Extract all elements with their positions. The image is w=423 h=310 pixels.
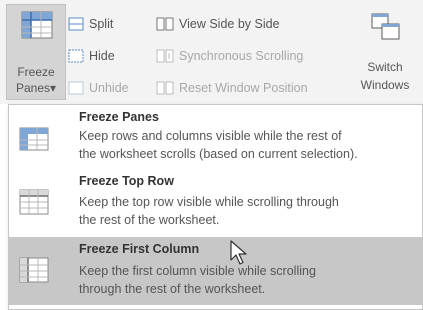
freeze-panes-label-line1: Freeze [17,65,55,79]
menu-item-freeze-panes[interactable]: Freeze Panes Keep rows and columns visib… [9,107,422,169]
menu-item-description-line2: through the rest of the worksheet. [79,282,266,296]
synchronous-scrolling-icon [156,49,174,63]
menu-item-title: Freeze Panes [79,110,159,124]
unhide-label: Unhide [89,81,129,95]
synchronous-scrolling-button[interactable]: Synchronous Scrolling [156,46,303,66]
view-side-by-side-icon [156,17,174,31]
freeze-panes-label-line2: Panes▾ [7,81,65,96]
reset-window-position-button[interactable]: Reset Window Position [156,78,308,98]
switch-windows-icon [371,13,400,40]
split-button[interactable]: Split [68,14,113,34]
unhide-button[interactable]: Unhide [68,78,129,98]
split-label: Split [89,17,114,31]
hide-button[interactable]: Hide [68,46,115,66]
switch-windows-button[interactable]: Switch Windows [352,4,418,100]
switch-windows-label-line2: Windows [360,78,410,92]
mouse-pointer-icon [230,240,247,265]
hide-label: Hide [89,49,115,63]
menu-item-description-line1: Keep the first column visible while scro… [79,264,316,278]
freeze-panes-button[interactable]: Freeze Panes▾ [6,4,66,100]
menu-item-description-line1: Keep the top row visible while scrolling… [79,195,339,209]
freeze-panes-dropdown: Freeze Panes Keep rows and columns visib… [8,104,423,310]
reset-window-position-label: Reset Window Position [179,81,308,95]
reset-window-position-icon [156,81,174,95]
freeze-panes-icon [19,127,49,151]
menu-item-freeze-top-row[interactable]: Freeze Top Row Keep the top row visible … [9,171,422,235]
unhide-icon [68,81,84,95]
menu-item-description-line2: the rest of the worksheet. [79,213,220,227]
split-icon [68,17,84,31]
synchronous-scrolling-label: Synchronous Scrolling [179,49,304,63]
menu-item-title: Freeze First Column [79,242,200,256]
freeze-top-row-icon [19,189,49,215]
chevron-down-icon: ▾ [50,81,57,95]
view-side-by-side-label: View Side by Side [179,17,280,31]
switch-windows-label-line1: Switch [367,60,403,74]
freeze-panes-icon [21,11,53,39]
menu-item-freeze-first-column[interactable]: Freeze First Column Keep the first colum… [9,237,422,305]
menu-item-description-line2: the worksheet scrolls (based on current … [79,147,358,161]
menu-item-description-line1: Keep rows and columns visible while the … [79,129,342,143]
menu-item-title: Freeze Top Row [79,174,174,188]
freeze-panes-label-text: Panes [15,81,50,95]
view-side-by-side-button[interactable]: View Side by Side [156,14,280,34]
freeze-first-column-icon [19,257,49,283]
hide-icon [68,49,84,63]
